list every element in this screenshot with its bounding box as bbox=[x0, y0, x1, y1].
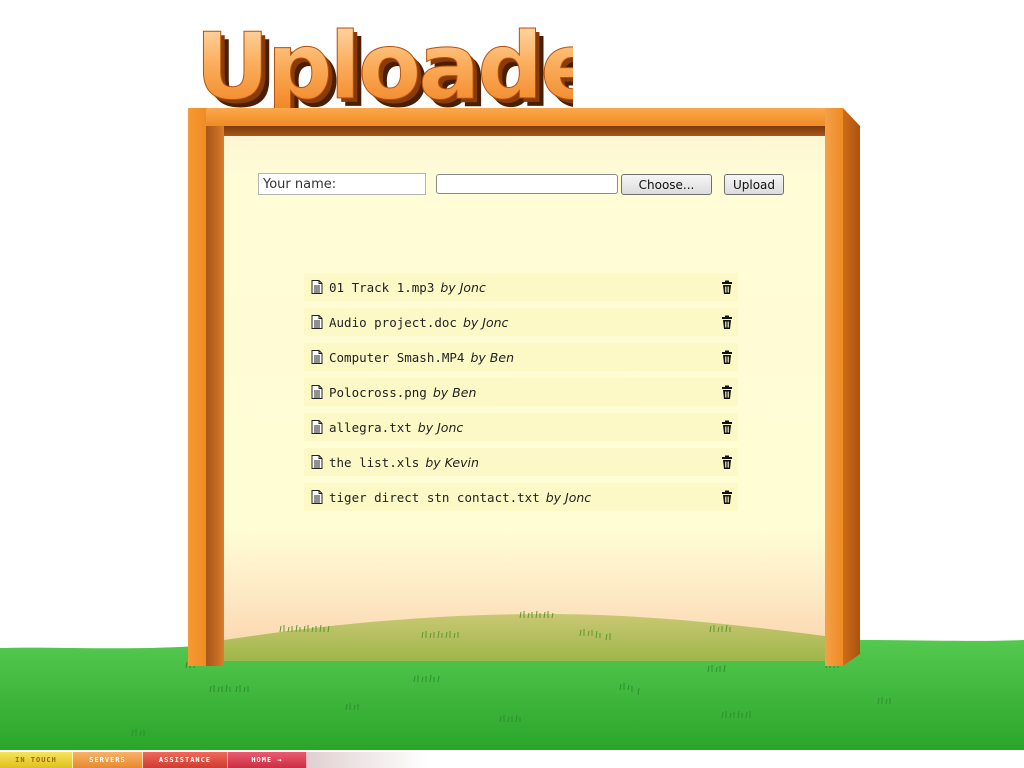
by-label: by bbox=[417, 419, 434, 435]
document-icon bbox=[311, 420, 323, 434]
document-icon bbox=[311, 350, 323, 364]
nav-label: SERVERS bbox=[89, 756, 126, 764]
list-item[interactable]: tiger direct stn contact.txt by Jonc bbox=[304, 483, 738, 511]
uploader-name: Kevin bbox=[444, 454, 479, 470]
name-input[interactable] bbox=[258, 173, 426, 195]
uploader-name: Jonc bbox=[565, 489, 592, 505]
nav-label: IN TOUCH bbox=[15, 756, 57, 764]
nav-assistance[interactable]: ASSISTANCE bbox=[143, 752, 228, 768]
by-label: by bbox=[545, 489, 562, 505]
uploader-name: Jonc bbox=[459, 279, 486, 295]
list-item[interactable]: Audio project.doc by Jonc bbox=[304, 308, 738, 336]
nav-label: HOME → bbox=[251, 756, 283, 764]
frame-left-inner bbox=[206, 126, 224, 666]
list-item[interactable]: the list.xls by Kevin bbox=[304, 448, 738, 476]
by-label: by bbox=[470, 349, 486, 365]
nav-servers[interactable]: SERVERS bbox=[73, 752, 143, 768]
upload-button[interactable]: Upload bbox=[724, 174, 784, 195]
document-icon bbox=[311, 455, 323, 469]
choose-file-button[interactable]: Choose... bbox=[621, 174, 712, 195]
frame-left bbox=[188, 108, 206, 666]
file-name[interactable]: allegra.txt bbox=[329, 420, 412, 435]
choose-file-label: Choose... bbox=[638, 177, 695, 192]
frame-right bbox=[825, 108, 843, 666]
nav-label: ASSISTANCE bbox=[158, 756, 212, 764]
file-name[interactable]: Polocross.png bbox=[329, 385, 427, 400]
frame-top-inner bbox=[206, 126, 825, 136]
by-label: by bbox=[432, 384, 449, 400]
trash-icon[interactable] bbox=[721, 385, 733, 399]
nav-home[interactable]: HOME → bbox=[228, 752, 307, 768]
nav-in-touch[interactable]: IN TOUCH bbox=[0, 752, 73, 768]
app-logo: Uploader Uploader Uploader bbox=[193, 10, 574, 115]
uploader-name: Jonc bbox=[437, 419, 464, 435]
by-label: by bbox=[462, 314, 479, 330]
bottom-nav: IN TOUCH SERVERS ASSISTANCE HOME → bbox=[0, 752, 427, 768]
document-icon bbox=[311, 385, 323, 399]
trash-icon[interactable] bbox=[721, 350, 733, 364]
trash-icon[interactable] bbox=[721, 315, 733, 329]
by-label: by bbox=[440, 279, 456, 295]
file-name[interactable]: 01 Track 1.mp3 bbox=[329, 280, 434, 295]
upload-label: Upload bbox=[732, 177, 776, 192]
trash-icon[interactable] bbox=[721, 420, 733, 434]
nav-fade bbox=[307, 752, 427, 768]
list-item[interactable]: 01 Track 1.mp3 by Jonc bbox=[304, 273, 738, 301]
file-name[interactable]: Computer Smash.MP4 bbox=[329, 350, 464, 365]
file-name[interactable]: Audio project.doc bbox=[329, 315, 457, 330]
uploader-name: Jonc bbox=[482, 314, 509, 330]
document-icon bbox=[311, 315, 323, 329]
file-name[interactable]: the list.xls bbox=[329, 455, 419, 470]
frame-right-side bbox=[843, 108, 860, 666]
file-name[interactable]: tiger direct stn contact.txt bbox=[329, 490, 540, 505]
list-item[interactable]: Polocross.png by Ben bbox=[304, 378, 738, 406]
document-icon bbox=[311, 280, 323, 294]
trash-icon[interactable] bbox=[721, 490, 733, 504]
list-item[interactable]: allegra.txt by Jonc bbox=[304, 413, 738, 441]
list-item[interactable]: Computer Smash.MP4 by Ben bbox=[304, 343, 738, 371]
hill-background bbox=[224, 600, 825, 661]
by-label: by bbox=[425, 454, 441, 470]
document-icon bbox=[311, 490, 323, 504]
svg-text:Uploader: Uploader bbox=[195, 13, 573, 114]
file-path-field[interactable] bbox=[436, 174, 618, 194]
uploader-name: Ben bbox=[452, 384, 477, 400]
uploader-name: Ben bbox=[489, 349, 514, 365]
trash-icon[interactable] bbox=[721, 455, 733, 469]
frame-top bbox=[188, 108, 843, 126]
trash-icon[interactable] bbox=[721, 280, 733, 294]
